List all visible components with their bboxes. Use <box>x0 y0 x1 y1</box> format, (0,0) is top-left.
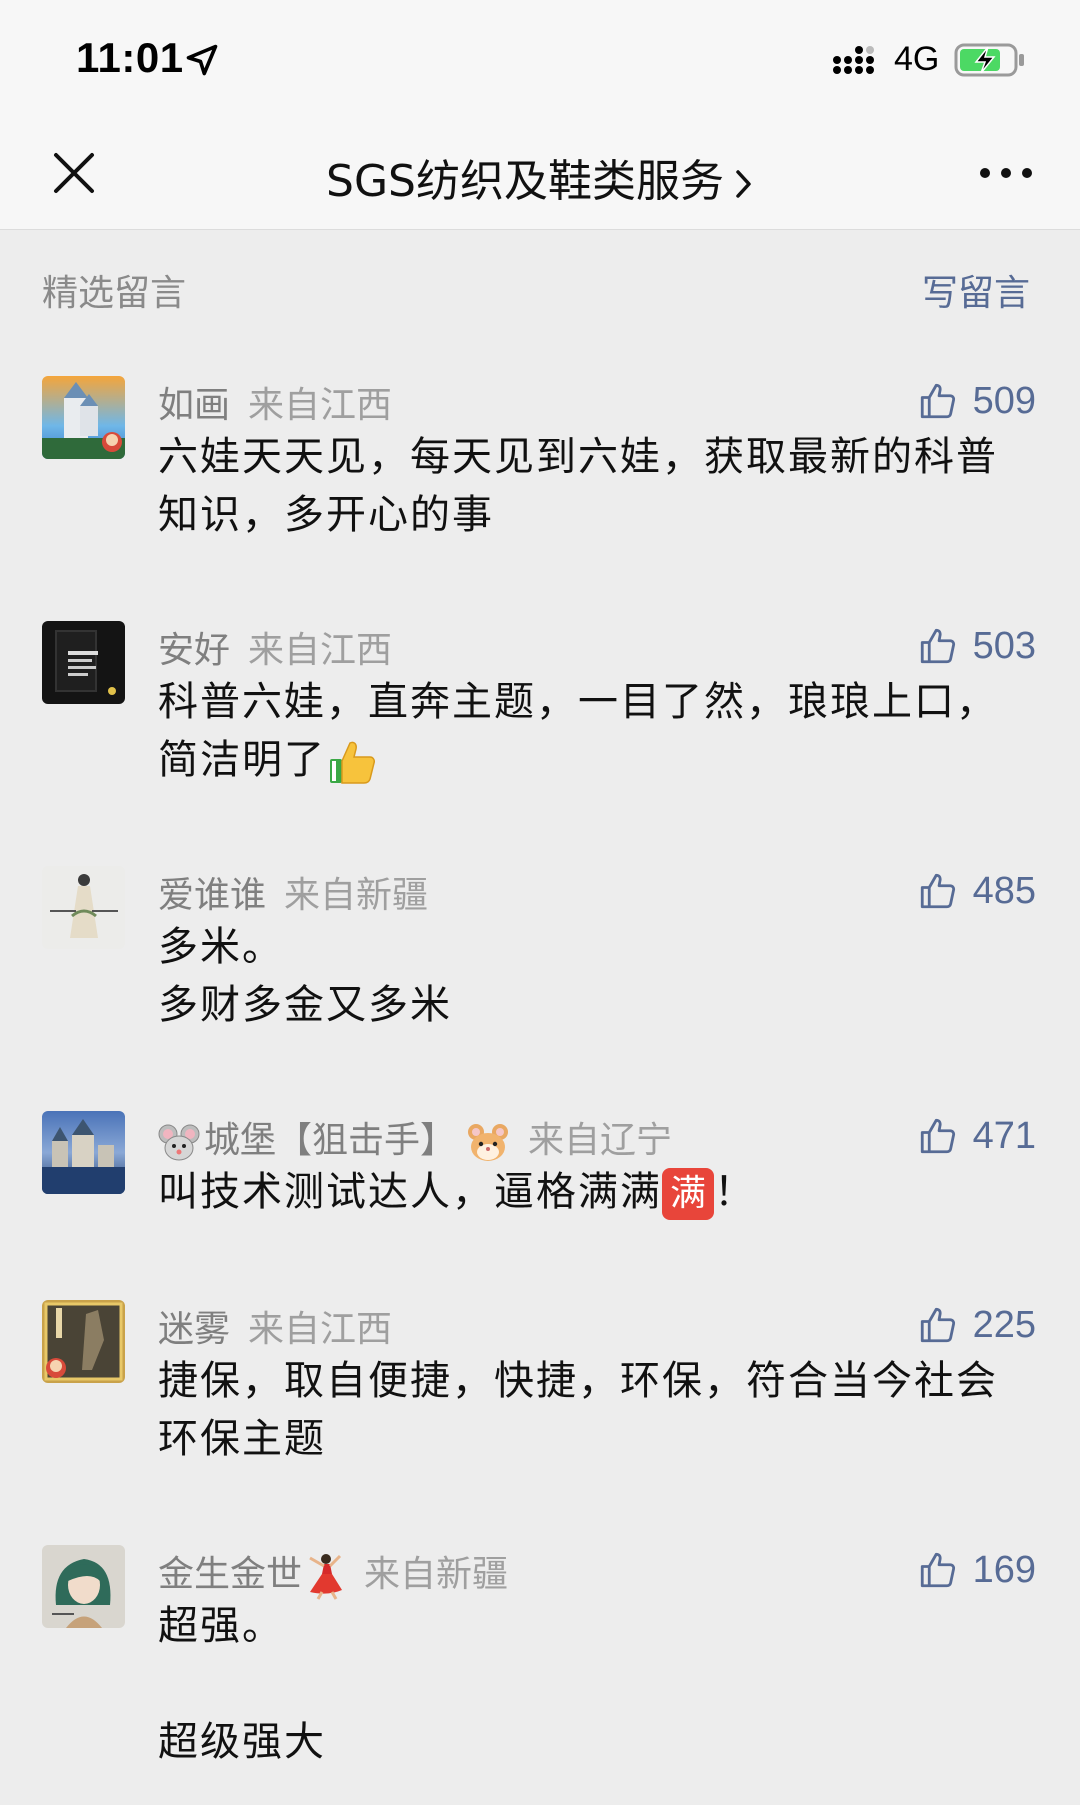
status-bar: 11:01 4G <box>0 0 1080 115</box>
write-comment-button[interactable]: 写留言 <box>922 264 1030 316</box>
dancer-icon <box>309 1554 343 1600</box>
comment-line-with-emoji: 简洁明了 <box>158 731 1038 789</box>
nickname-text: 迷雾 <box>158 1309 231 1350</box>
avatar[interactable] <box>42 1545 125 1628</box>
nickname-text: 爱谁谁 <box>158 875 267 916</box>
nav-title-text: SGS纺织及鞋类服务 <box>326 156 724 207</box>
avatar[interactable] <box>42 1300 125 1383</box>
comment-line: 超级强大 <box>158 1719 326 1765</box>
comment-text: 科普六娃，直奔主题，一目了然，琅琅上口， 简洁明了 <box>158 673 1038 789</box>
region-label: 来自江西 <box>248 1309 393 1350</box>
mouse-face-icon <box>158 1124 200 1161</box>
nickname[interactable]: 安好 来自江西 <box>158 621 392 673</box>
comment-line: 环保主题 <box>158 1416 326 1462</box>
cellular-signal-icon <box>833 46 874 74</box>
like-button[interactable]: 169 <box>917 1545 1036 1595</box>
nickname[interactable]: 爱谁谁 来自新疆 <box>158 866 428 918</box>
like-count: 169 <box>972 1548 1036 1591</box>
comment-text: 超强。 超级强大 <box>158 1597 1038 1771</box>
avatar[interactable] <box>42 621 125 704</box>
thumbs-up-outline-icon <box>920 873 955 909</box>
comment-line: 简洁明了 <box>158 737 326 783</box>
comment-line: ！ <box>714 1169 756 1215</box>
comment-item: 城堡【狙击手】 来自辽宁 471 叫技术测试达人，逼格满满满！ <box>42 1111 1038 1221</box>
region-label: 来自新疆 <box>364 1554 509 1595</box>
comment-item: 爱谁谁 来自新疆 485 多米。 多财多金又多米 <box>42 866 1038 1028</box>
comment-item: 金生金世 来自新疆 169 超强。 超级强大 <box>42 1545 1038 1775</box>
comment-item: 如画 来自江西 509 六娃天天见，每天见到六娃，获取最新的科普 知识，多开心的事 <box>42 376 1038 538</box>
comment-header: 安好 来自江西 503 <box>158 621 1038 673</box>
region-label: 来自江西 <box>248 385 393 426</box>
comment-line: 科普六娃，直奔主题，一目了然，琅琅上口， <box>158 679 998 725</box>
like-count: 225 <box>972 1303 1036 1346</box>
region-label: 来自辽宁 <box>528 1120 673 1161</box>
comment-line: 超强。 <box>158 1603 284 1649</box>
comment-item: 安好 来自江西 503 科普六娃，直奔主题，一目了然，琅琅上口， 简洁明了 <box>42 621 1038 784</box>
comment-text: 六娃天天见，每天见到六娃，获取最新的科普 知识，多开心的事 <box>158 428 1038 544</box>
nickname[interactable]: 城堡【狙击手】 来自辽宁 <box>158 1111 672 1163</box>
comment-line: 六娃天天见，每天见到六娃，获取最新的科普 <box>158 434 998 480</box>
thumbs-up-outline-icon <box>920 628 955 664</box>
battery-charging-icon <box>954 43 1024 77</box>
thumbs-up-outline-icon <box>920 1552 955 1588</box>
comment-header: 金生金世 来自新疆 169 <box>158 1545 1038 1600</box>
comment-line: 捷保，取自便捷，快捷，环保，符合当今社会 <box>158 1358 998 1404</box>
comment-text: 捷保，取自便捷，快捷，环保，符合当今社会 环保主题 <box>158 1352 1038 1468</box>
status-time: 11:01 <box>76 34 184 81</box>
comment-header: 爱谁谁 来自新疆 485 <box>158 866 1038 918</box>
full-badge-icon: 满 <box>662 1168 714 1220</box>
thumbs-up-outline-icon <box>920 383 955 419</box>
region-label: 来自新疆 <box>284 875 429 916</box>
comment-line-with-emoji: 叫技术测试达人，逼格满满满！ <box>158 1163 1038 1221</box>
avatar[interactable] <box>42 376 125 459</box>
nickname-text: 金生金世 <box>158 1554 303 1595</box>
avatar[interactable] <box>42 1111 125 1194</box>
comment-text: 叫技术测试达人，逼格满满满！ <box>158 1163 1038 1221</box>
section-header: 精选留言 写留言 <box>42 264 1038 314</box>
comment-line <box>158 1655 1038 1713</box>
section-title: 精选留言 <box>42 273 187 314</box>
region-label: 来自江西 <box>248 630 393 671</box>
hamster-face-icon <box>468 1124 509 1161</box>
nickname-text: 城堡【狙击手】 <box>204 1120 457 1161</box>
comment-line: 知识，多开心的事 <box>158 492 494 538</box>
like-count: 503 <box>972 624 1036 667</box>
nav-bar: SGS纺织及鞋类服务 <box>0 115 1080 230</box>
nickname[interactable]: 迷雾 来自江西 <box>158 1300 392 1352</box>
comment-item: 迷雾 来自江西 225 捷保，取自便捷，快捷，环保，符合当今社会 环保主题 <box>42 1300 1038 1462</box>
nickname-text: 如画 <box>158 385 231 426</box>
nickname[interactable]: 如画 来自江西 <box>158 376 392 428</box>
thumbs-up-outline-icon <box>920 1307 955 1343</box>
like-button[interactable]: 225 <box>917 1300 1036 1350</box>
chevron-right-icon <box>736 170 751 198</box>
like-button[interactable]: 485 <box>917 866 1036 916</box>
avatar[interactable] <box>42 866 125 949</box>
nickname-text: 安好 <box>158 630 231 671</box>
nickname[interactable]: 金生金世 来自新疆 <box>158 1545 508 1600</box>
comment-header: 城堡【狙击手】 来自辽宁 471 <box>158 1111 1038 1161</box>
like-button[interactable]: 503 <box>917 621 1036 671</box>
like-button[interactable]: 509 <box>917 376 1036 426</box>
like-count: 509 <box>972 379 1036 422</box>
more-icon[interactable] <box>978 163 1034 183</box>
thumbs-up-icon <box>330 741 375 784</box>
network-type: 4G <box>894 40 940 78</box>
comment-text: 多米。 多财多金又多米 <box>158 918 1038 1034</box>
nav-title[interactable]: SGS纺织及鞋类服务 <box>0 145 1080 209</box>
comment-line: 叫技术测试达人，逼格满满 <box>158 1169 662 1215</box>
comment-line: 多米。 <box>158 924 284 970</box>
comment-line: 多财多金又多米 <box>158 982 452 1028</box>
like-button[interactable]: 471 <box>917 1111 1036 1161</box>
comment-header: 迷雾 来自江西 225 <box>158 1300 1038 1352</box>
location-arrow-icon <box>186 44 218 76</box>
thumbs-up-outline-icon <box>920 1118 955 1154</box>
like-count: 471 <box>972 1114 1036 1157</box>
comment-header: 如画 来自江西 509 <box>158 376 1038 428</box>
like-count: 485 <box>972 869 1036 912</box>
